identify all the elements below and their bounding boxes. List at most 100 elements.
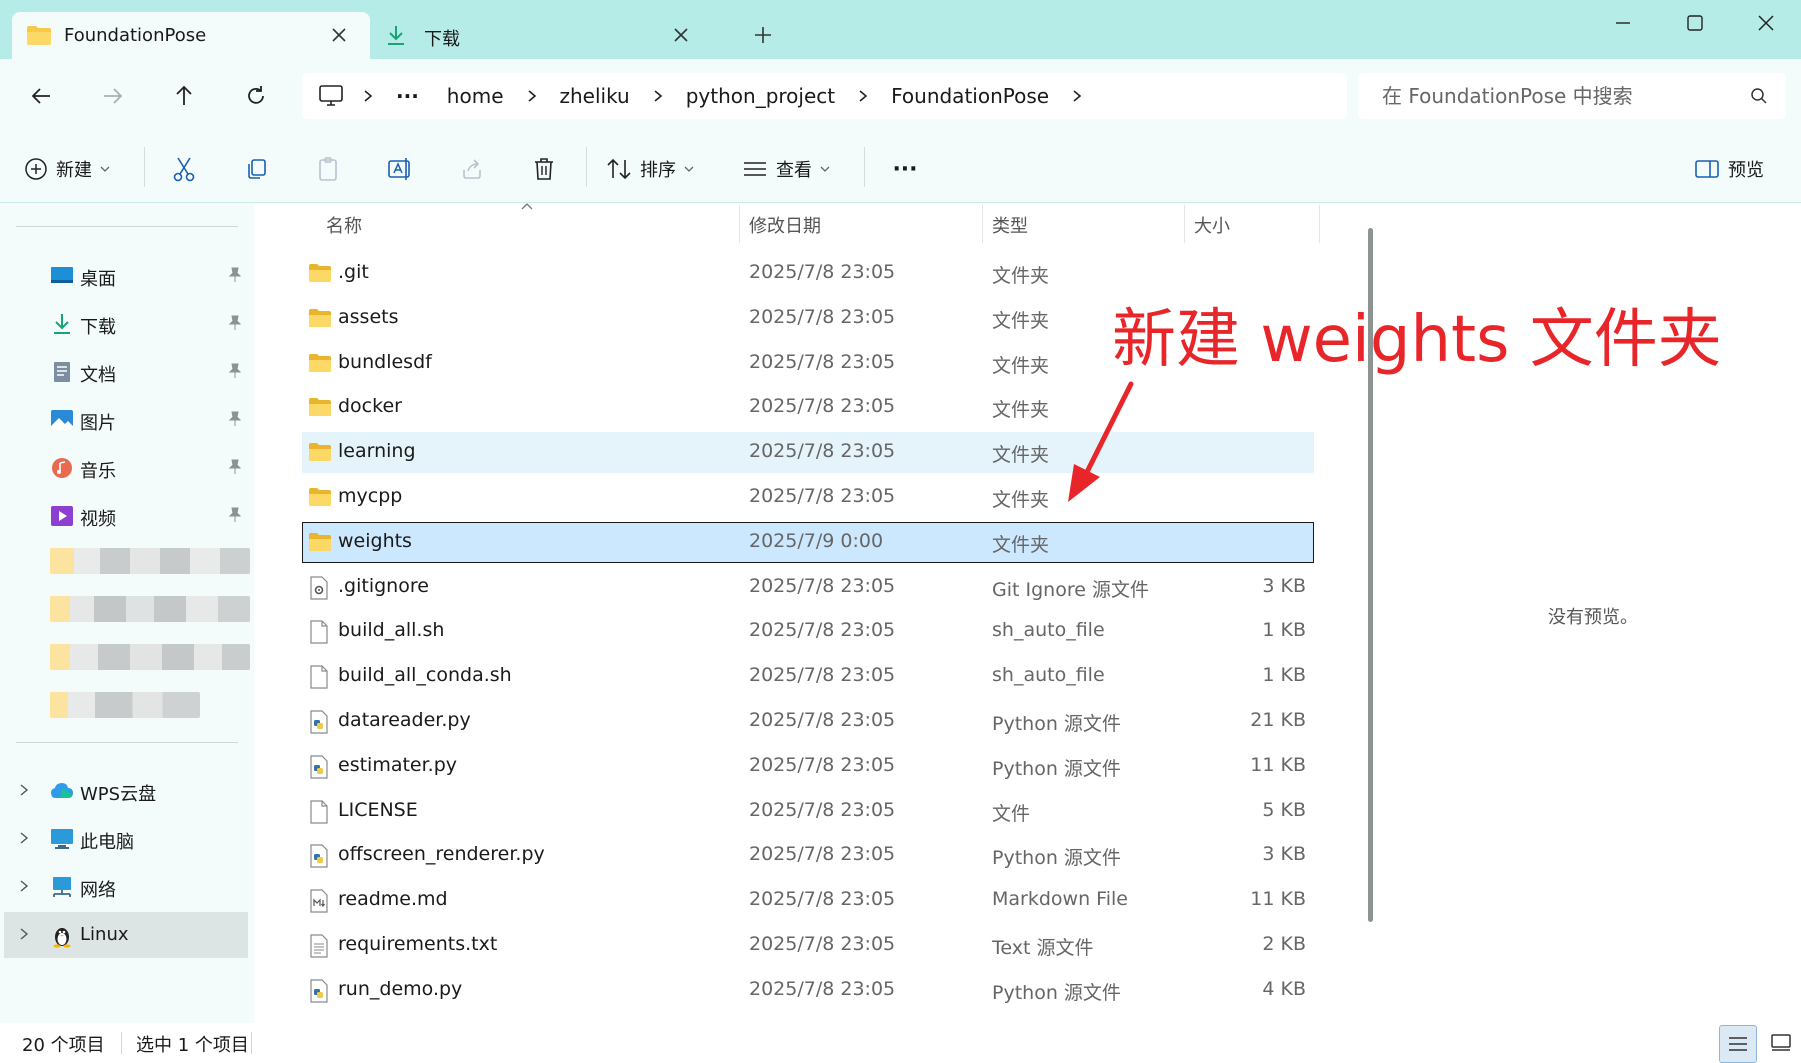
file-row[interactable]: learning 2025/7/8 23:05 文件夹: [302, 432, 1314, 474]
tiles-view-button[interactable]: [1763, 1025, 1799, 1061]
search-box[interactable]: [1358, 73, 1786, 119]
close-icon[interactable]: [672, 26, 690, 44]
column-divider[interactable]: [739, 205, 740, 243]
column-divider[interactable]: [982, 205, 983, 243]
sidebar-item-documents[interactable]: 文档: [0, 349, 250, 395]
preview-pane-button[interactable]: 预览: [1694, 147, 1764, 191]
more-options-button[interactable]: ···: [880, 147, 930, 191]
sidebar-item-this-pc[interactable]: 此电脑: [0, 816, 250, 862]
file-row[interactable]: mycpp 2025/7/8 23:05 文件夹: [302, 477, 1314, 518]
file-date: 2025/7/8 23:05: [749, 664, 896, 687]
file-name: bundlesdf: [338, 350, 432, 373]
sidebar-item-pictures[interactable]: 图片: [0, 397, 250, 443]
address-bar[interactable]: ··· home zheliku python_project Foundati…: [302, 73, 1347, 119]
sidebar-item-network[interactable]: 网络: [0, 864, 250, 910]
file-date: 2025/7/8 23:05: [749, 753, 896, 776]
maximize-icon[interactable]: [1686, 14, 1704, 32]
file-row[interactable]: estimater.py 2025/7/8 23:05 Python 源文件 11 K…: [302, 746, 1314, 787]
sidebar-item-videos[interactable]: 视频: [0, 493, 250, 539]
copy-icon: [244, 157, 268, 181]
file-row[interactable]: .gitignore 2025/7/8 23:05 Git Ignore 源文件 3 …: [302, 567, 1314, 608]
chevron-right-icon[interactable]: [18, 878, 30, 894]
file-date: 2025/7/9 0:00: [749, 529, 884, 552]
breadcrumb-zheliku[interactable]: zheliku: [546, 84, 644, 108]
new-tab-icon[interactable]: [754, 26, 772, 44]
file-row[interactable]: weights 2025/7/9 0:00 文件夹: [302, 521, 1314, 563]
tab-foundationpose[interactable]: FoundationPose: [12, 12, 370, 59]
breadcrumb-overflow[interactable]: ···: [382, 84, 433, 108]
pin-icon[interactable]: [228, 507, 242, 523]
column-divider[interactable]: [1319, 205, 1320, 243]
file-row[interactable]: docker 2025/7/8 23:05 文件夹: [302, 387, 1314, 428]
search-input[interactable]: [1380, 83, 1724, 109]
sidebar-item-linux[interactable]: Linux: [4, 912, 248, 958]
pin-icon[interactable]: [228, 363, 242, 379]
pin-icon[interactable]: [228, 411, 242, 427]
file-type: 文件夹: [992, 354, 1050, 377]
cloud-icon: [50, 780, 74, 802]
cut-button[interactable]: [162, 147, 206, 191]
file-row[interactable]: build_all.sh 2025/7/8 23:05 sh_auto_file 1 …: [302, 611, 1314, 652]
chevron-right-icon[interactable]: [18, 830, 30, 846]
file-row[interactable]: offscreen_renderer.py 2025/7/8 23:05 Pytho…: [302, 835, 1314, 876]
sidebar-item-music[interactable]: 音乐: [0, 445, 250, 491]
refresh-button[interactable]: [234, 74, 278, 118]
chevron-right-icon: [644, 89, 672, 103]
redacted-folder[interactable]: [50, 548, 250, 574]
search-icon[interactable]: [1750, 87, 1768, 105]
view-button[interactable]: 查看: [742, 147, 830, 191]
share-icon: [460, 157, 484, 181]
file-date: 2025/7/8 23:05: [749, 305, 896, 328]
chevron-right-icon[interactable]: [18, 782, 30, 798]
details-view-button[interactable]: [1719, 1025, 1757, 1063]
file-row[interactable]: run_demo.py 2025/7/8 23:05 Python 源文件 4 KB: [302, 970, 1314, 1011]
status-divider: [121, 1032, 122, 1054]
file-row[interactable]: build_all_conda.sh 2025/7/8 23:05 sh_auto_…: [302, 656, 1314, 697]
annotation-text: 新建 weights 文件夹: [1112, 303, 1722, 377]
sidebar-item-wps-cloud[interactable]: WPS云盘: [0, 768, 250, 814]
forward-button[interactable]: [90, 74, 134, 118]
column-header-date[interactable]: 修改日期: [749, 212, 821, 238]
file-name: estimater.py: [338, 753, 458, 776]
redacted-folder[interactable]: [50, 692, 200, 718]
folder-icon: [308, 396, 332, 418]
file-row[interactable]: LICENSE 2025/7/8 23:05 文件 5 KB: [302, 791, 1314, 832]
new-button[interactable]: 新建: [24, 147, 110, 191]
close-icon[interactable]: [330, 26, 348, 44]
pin-icon[interactable]: [228, 459, 242, 475]
item-count: 20 个项目: [22, 1035, 105, 1056]
rename-button[interactable]: [378, 147, 422, 191]
redacted-folder[interactable]: [50, 644, 250, 670]
paste-button[interactable]: [306, 147, 350, 191]
minimize-icon[interactable]: [1614, 14, 1632, 32]
column-header-name[interactable]: 名称: [326, 212, 362, 238]
chevron-right-icon[interactable]: [18, 926, 30, 942]
tab-downloads[interactable]: 下载: [382, 12, 712, 59]
breadcrumb-python-project[interactable]: python_project: [672, 84, 849, 108]
file-type: 文件夹: [992, 533, 1050, 556]
breadcrumb-home[interactable]: home: [433, 84, 518, 108]
close-window-icon[interactable]: [1757, 14, 1775, 32]
file-row[interactable]: readme.md 2025/7/8 23:05 Markdown File 11 K…: [302, 880, 1314, 921]
sidebar-item-downloads[interactable]: 下载: [0, 301, 250, 347]
file-type: Text 源文件: [992, 937, 1094, 959]
up-button[interactable]: [162, 74, 206, 118]
sidebar-item-desktop[interactable]: 桌面: [0, 253, 250, 299]
column-header-size[interactable]: 大小: [1194, 212, 1230, 238]
file-row[interactable]: requirements.txt 2025/7/8 23:05 Text 源文件 2 …: [302, 925, 1314, 966]
column-header-type[interactable]: 类型: [992, 212, 1028, 238]
sort-icon: [606, 157, 632, 181]
file-size: 5 KB: [1262, 798, 1306, 821]
column-divider[interactable]: [1184, 205, 1185, 243]
sort-button[interactable]: 排序: [606, 147, 694, 191]
toolbar-divider: [144, 147, 145, 187]
copy-button[interactable]: [234, 147, 278, 191]
share-button[interactable]: [450, 147, 494, 191]
pin-icon[interactable]: [228, 267, 242, 283]
delete-button[interactable]: [522, 147, 566, 191]
back-button[interactable]: [20, 74, 64, 118]
breadcrumb-foundationpose[interactable]: FoundationPose: [877, 84, 1063, 108]
file-row[interactable]: datareader.py 2025/7/8 23:05 Python 源文件 21 …: [302, 701, 1314, 742]
pin-icon[interactable]: [228, 315, 242, 331]
redacted-folder[interactable]: [50, 596, 250, 622]
